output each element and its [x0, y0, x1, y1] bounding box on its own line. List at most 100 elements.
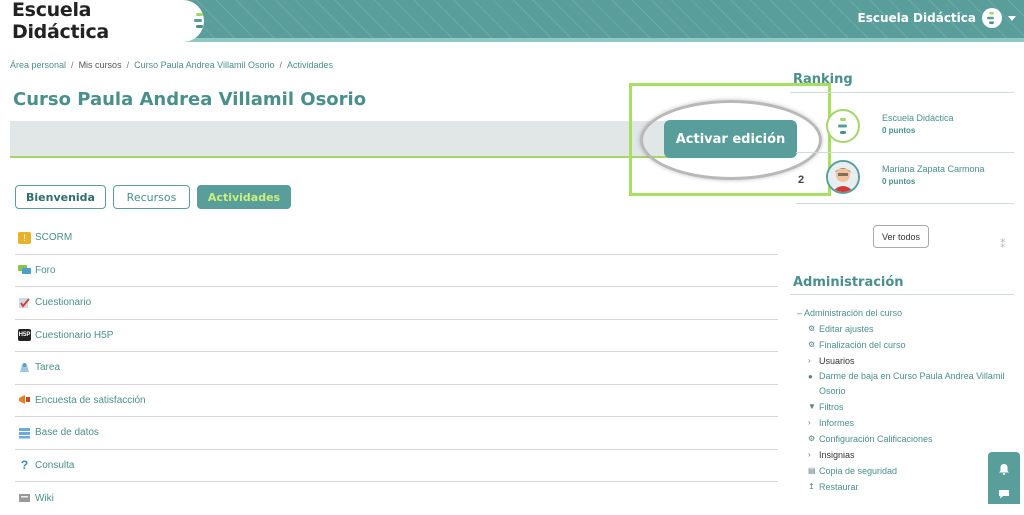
ranking-divider: [790, 92, 1014, 93]
ranking-entry[interactable]: Escuela Didáctica 0 puntos: [826, 109, 1016, 145]
activity-list: ! SCORM Foro Cuestionario H5P Cuestionar…: [15, 222, 778, 515]
activity-label: Base de datos: [35, 427, 99, 439]
chat-icon[interactable]: [998, 486, 1010, 499]
breadcrumb: Área personal / Mis cursos / Curso Paula And…: [10, 60, 334, 70]
list-item[interactable]: Cuestionario: [15, 287, 778, 320]
list-item[interactable]: ? Consulta: [15, 450, 778, 482]
scorm-icon: !: [18, 231, 31, 244]
gear-icon: ⚙: [808, 324, 816, 333]
assignment-icon: [18, 362, 31, 374]
activity-label: Encuesta de satisfacción: [35, 394, 146, 406]
admin-item-label: Informes: [819, 418, 855, 428]
admin-item-reports[interactable]: › Informes: [797, 415, 1007, 431]
scroll-indicator-icon: ⁑: [1000, 239, 1006, 251]
admin-item-label: Configuración Calificaciones: [819, 434, 933, 444]
list-item[interactable]: Foro: [15, 255, 778, 287]
tab-bienvenida[interactable]: Bienvenida: [15, 185, 106, 209]
ranking-position: 2: [798, 174, 805, 186]
course-tabs: Bienvenida Recursos Actividades: [15, 185, 298, 209]
user-avatar[interactable]: [982, 8, 1002, 28]
tab-actividades[interactable]: Actividades: [197, 185, 291, 209]
upload-icon: ↥: [808, 482, 815, 491]
gear-icon: ⚙: [808, 434, 816, 443]
floating-action-panel: [988, 452, 1020, 504]
admin-item-unenrol[interactable]: ● Darme de baja en Curso Paula Andrea Vil…: [797, 369, 1007, 399]
see-all-button[interactable]: Ver todos: [873, 225, 929, 248]
admin-item-edit-settings[interactable]: ⚙ Editar ajustes: [797, 321, 1007, 337]
admin-root-label: Administración del curso: [804, 308, 903, 318]
admin-item-label: Insignias: [819, 450, 855, 460]
admin-item-restore[interactable]: ↥ Restaurar: [797, 479, 1007, 495]
activity-label: Foro: [35, 264, 56, 276]
list-item[interactable]: ! SCORM: [15, 222, 778, 255]
activity-label: Tarea: [35, 362, 61, 374]
admin-item-course-completion[interactable]: ⚙ Finalización del curso: [797, 337, 1007, 353]
ranking-name[interactable]: Mariana Zapata Carmona: [882, 164, 985, 174]
database-icon: [18, 427, 31, 439]
ranking-title: Ranking: [793, 72, 853, 87]
page-title: Curso Paula Andrea Villamil Osorio: [13, 89, 367, 110]
list-item[interactable]: Tarea: [15, 352, 778, 385]
breadcrumb-item-activities[interactable]: Actividades: [287, 60, 333, 70]
admin-item-badges[interactable]: › Insignias: [797, 447, 1007, 463]
brand-logo[interactable]: Escuela Didáctica: [0, 0, 204, 42]
chevron-right-icon: ›: [808, 450, 811, 459]
list-item[interactable]: Encuesta de satisfacción: [15, 385, 778, 417]
forum-icon: [18, 264, 31, 276]
user-menu[interactable]: Escuela Didáctica: [858, 8, 1016, 28]
chevron-right-icon: ›: [808, 356, 811, 365]
collapse-icon: –: [797, 308, 803, 318]
ranking-divider: [796, 203, 1014, 204]
list-item[interactable]: Base de datos: [15, 417, 778, 450]
breadcrumb-item-personal-area[interactable]: Área personal: [10, 60, 66, 70]
admin-item-label: Filtros: [819, 402, 844, 412]
brand-name: Escuela Didáctica: [12, 0, 109, 42]
brand-mark-icon: [194, 13, 204, 29]
survey-icon: [18, 394, 31, 406]
activity-label: Cuestionario H5P: [35, 329, 114, 341]
breadcrumb-item-course[interactable]: Curso Paula Andrea Villamil Osorio: [134, 60, 274, 70]
quiz-icon: [18, 297, 31, 309]
chevron-right-icon: ›: [808, 418, 811, 427]
admin-item-label: Finalización del curso: [819, 340, 906, 350]
activity-label: Wiki: [35, 492, 54, 504]
administration-divider: [790, 294, 1014, 295]
activity-label: SCORM: [35, 232, 73, 244]
admin-item-gradebook-setup[interactable]: ⚙ Configuración Calificaciones: [797, 431, 1007, 447]
top-navbar: Escuela Didáctica Escuela Didáctica: [0, 0, 1024, 42]
ranking-entry[interactable]: Mariana Zapata Carmona 0 puntos: [826, 160, 1016, 196]
admin-item-filters[interactable]: ▼ Filtros: [797, 399, 1007, 415]
user-icon: ●: [808, 372, 813, 381]
h5p-icon: H5P: [18, 329, 31, 342]
administration-tree: – Administración del curso ⚙ Editar ajust…: [797, 305, 1007, 495]
wiki-icon: [18, 492, 31, 504]
administration-title: Administración: [793, 275, 904, 290]
file-icon: ▤: [808, 466, 816, 475]
admin-item-backup[interactable]: ▤ Copia de seguridad: [797, 463, 1007, 479]
user-menu-name: Escuela Didáctica: [857, 11, 976, 25]
tab-recursos[interactable]: Recursos: [113, 185, 190, 209]
caret-down-icon[interactable]: [1008, 15, 1016, 21]
admin-root-item[interactable]: – Administración del curso: [797, 305, 1007, 321]
ranking-name[interactable]: Escuela Didáctica: [882, 113, 954, 123]
admin-item-label: Restaurar: [819, 482, 859, 492]
gear-icon: ⚙: [808, 340, 816, 349]
admin-item-label: Editar ajustes: [819, 324, 874, 334]
question-icon: ?: [20, 458, 29, 473]
list-item[interactable]: H5P Cuestionario H5P: [15, 320, 778, 352]
ranking-divider: [796, 152, 1014, 153]
filter-icon: ▼: [808, 402, 816, 411]
activity-label: Cuestionario: [35, 297, 92, 309]
activity-label: Consulta: [35, 459, 75, 471]
list-item[interactable]: Wiki: [15, 482, 778, 515]
bell-icon[interactable]: [998, 462, 1010, 475]
avatar: [826, 109, 860, 143]
avatar: [826, 160, 860, 194]
breadcrumb-item-my-courses[interactable]: Mis cursos: [79, 60, 122, 70]
admin-item-label: Usuarios: [819, 356, 855, 366]
admin-item-label: Darme de baja en Curso Paula Andrea Vill…: [819, 371, 1005, 396]
ranking-points: 0 puntos: [882, 126, 916, 135]
admin-item-users[interactable]: › Usuarios: [797, 353, 1007, 369]
ranking-points: 0 puntos: [882, 177, 916, 186]
admin-item-label: Copia de seguridad: [819, 466, 898, 476]
